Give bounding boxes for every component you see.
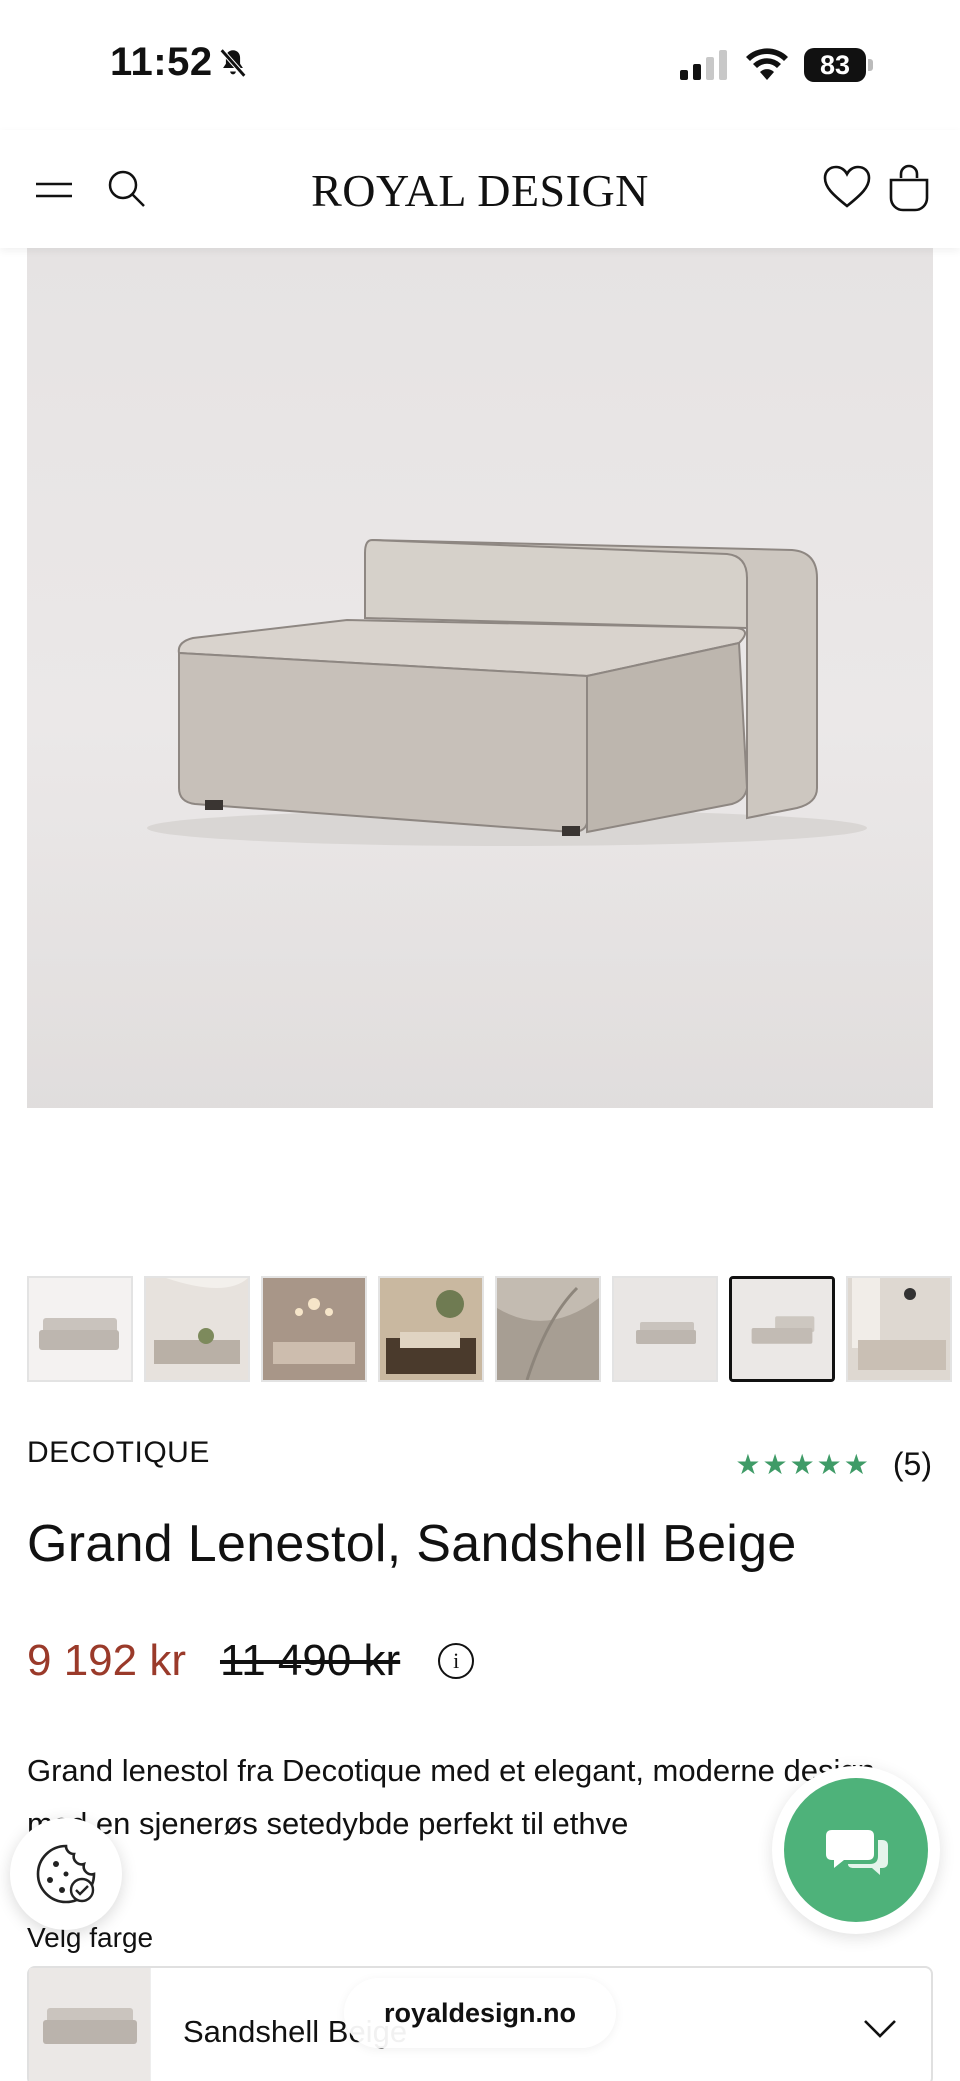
cookie-icon: [36, 1844, 96, 1904]
price-info-icon[interactable]: i: [438, 1643, 475, 1679]
thumbnail-active[interactable]: [729, 1276, 835, 1382]
color-swatch: [29, 1968, 151, 2081]
status-time: 11:52: [110, 40, 213, 84]
thumbnail-strip: [27, 1276, 960, 1384]
site-logo[interactable]: ROYAL DESIGN: [0, 164, 960, 217]
bell-slash-icon: [219, 48, 247, 78]
thumbnail[interactable]: [378, 1276, 484, 1382]
product-image[interactable]: [27, 248, 933, 1108]
status-bar: 11:52 83: [0, 0, 960, 130]
bag-icon[interactable]: [886, 162, 932, 212]
chevron-down-icon: [864, 2020, 896, 2038]
thumbnail[interactable]: [846, 1276, 952, 1382]
wifi-icon: [746, 48, 788, 80]
chat-button[interactable]: [784, 1778, 928, 1922]
thumbnail[interactable]: [495, 1276, 601, 1382]
thumbnail[interactable]: [27, 1276, 133, 1382]
cookie-settings-button[interactable]: [10, 1818, 122, 1930]
price-row: 9 192 kr 11 490 kr i: [27, 1636, 475, 1686]
site-header: ROYAL DESIGN: [0, 130, 960, 248]
battery-level: 83: [804, 48, 866, 82]
sofa-illustration: [27, 538, 933, 1108]
original-price: 11 490 kr: [219, 1636, 401, 1685]
rating-count: (5): [892, 1446, 932, 1482]
battery-icon: 83: [804, 48, 874, 82]
chat-button-wrapper: [772, 1766, 940, 1934]
product-brand[interactable]: DECOTIQUE: [27, 1436, 210, 1470]
rating-stars-icon: ★★★★★: [735, 1449, 871, 1480]
chat-icon: [826, 1830, 888, 1875]
thumbnail[interactable]: [261, 1276, 367, 1382]
thumbnail[interactable]: [612, 1276, 718, 1382]
product-title: Grand Lenestol, Sandshell Beige: [27, 1515, 797, 1573]
heart-icon[interactable]: [822, 164, 872, 210]
signal-icon: [680, 50, 727, 80]
browser-url-bar[interactable]: royaldesign.no: [344, 1978, 616, 2048]
product-rating[interactable]: ★★★★★ (5): [735, 1446, 932, 1483]
sale-price: 9 192 kr: [27, 1636, 186, 1685]
thumbnail[interactable]: [144, 1276, 250, 1382]
